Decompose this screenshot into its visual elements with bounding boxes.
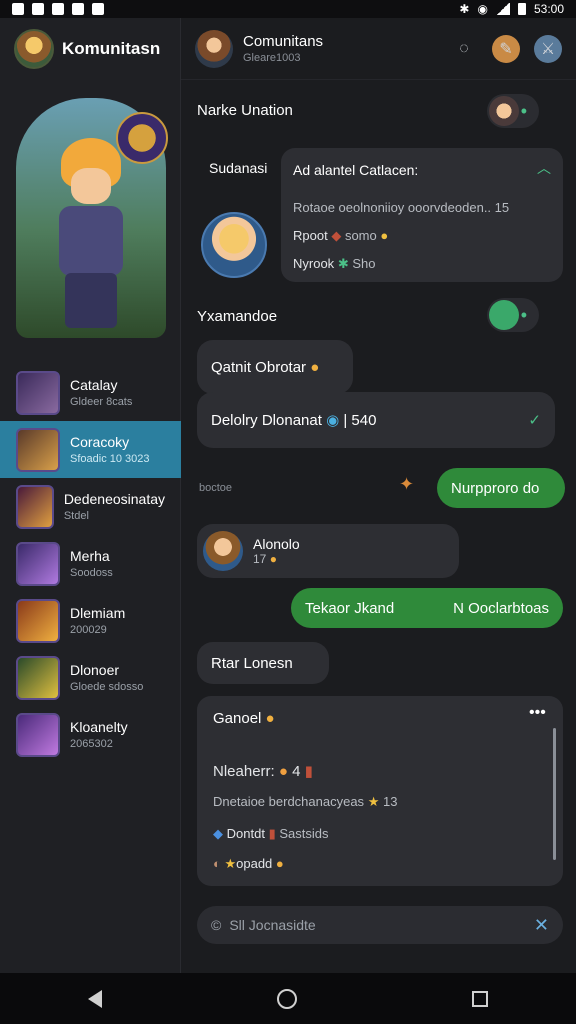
notification-icon	[92, 3, 104, 15]
channel-sub: Gldeer 8cats	[70, 396, 133, 408]
chat-header: Comunitans Gleare1003 ◌ ✎ ⚔	[181, 18, 576, 80]
chat-pane: Comunitans Gleare1003 ◌ ✎ ⚔ Narke Unatio…	[181, 18, 576, 973]
sidebar: Komunitasn Catalay Gldeer 8cats Coracoky S…	[0, 18, 181, 973]
signal-icon	[495, 3, 510, 15]
channel-thumbnail	[16, 598, 60, 643]
channel-thumbnail	[16, 655, 60, 700]
channel-thumbnail	[16, 370, 60, 415]
channel-thumbnail	[16, 712, 60, 757]
sidebar-item[interactable]: Dedeneosinatay Stdel	[0, 478, 181, 535]
sidebar-item[interactable]: Merha Soodoss	[0, 535, 181, 592]
attach-icon[interactable]: ©	[211, 917, 221, 933]
channel-sub: Gloede sdosso	[70, 681, 144, 693]
channel-sub: Soodoss	[70, 567, 113, 579]
card-title: Ganoel ●	[213, 710, 275, 727]
system-nav-bar	[0, 973, 576, 1024]
sent-message[interactable]: Tekaor Jkand N Ooclarbtoas	[291, 588, 563, 628]
member-avatar	[489, 96, 519, 126]
sword-icon[interactable]: ⚔	[534, 34, 562, 63]
message-bubble[interactable]: Qatnit Obrotar ●	[197, 340, 353, 394]
section-title: Yxamandoe	[197, 308, 278, 325]
message-bubble[interactable]: Alonolo 17 ●	[197, 524, 459, 578]
chat-subtitle: Gleare1003	[243, 52, 301, 64]
card-line: ◆ Dontdt ▮ Sastsids	[213, 826, 329, 841]
notification-icon	[12, 3, 24, 15]
channel-name: Dlemiam	[70, 605, 126, 621]
hero-character	[41, 138, 141, 328]
sidebar-item-active[interactable]: Coracoky Sfoadic 10 3023	[0, 421, 181, 478]
scrollbar[interactable]	[553, 728, 556, 860]
channel-sub: 200029	[70, 624, 107, 636]
sidebar-item[interactable]: Catalay Gldeer 8cats	[0, 364, 181, 421]
message-placeholder: Sll Jocnasidte	[229, 917, 316, 933]
chest-badge-icon[interactable]	[116, 112, 168, 164]
sent-message[interactable]: Nurpproro do	[437, 468, 565, 508]
check-icon: ✓	[528, 412, 541, 429]
sidebar-item[interactable]: Kloanelty 2065302	[0, 706, 181, 763]
message-card[interactable]: Ganoel ● ••• Nleaherr: ● 4 ▮ Dnetaioe be…	[197, 696, 563, 886]
channel-thumbnail	[16, 541, 60, 586]
more-options-button[interactable]: •••	[487, 298, 539, 332]
recents-icon[interactable]	[472, 990, 489, 1007]
sidebar-item[interactable]: Dlonoer Gloede sdosso	[0, 649, 181, 706]
channel-name: Dlonoer	[70, 662, 120, 678]
card-line: Nleaherr: ● 4 ▮	[213, 763, 313, 780]
channel-name: Merha	[70, 548, 110, 564]
battery-icon	[517, 3, 526, 15]
channel-sub: 2065302	[70, 738, 113, 750]
notification-icon	[32, 3, 44, 15]
message-input[interactable]: © Sll Jocnasidte ✕	[197, 906, 563, 944]
more-options-icon[interactable]: •••	[529, 704, 546, 722]
timestamp: boctoe	[199, 482, 233, 494]
channel-name: Catalay	[70, 377, 118, 393]
message-bubble[interactable]: Delolry Dlonanat ◉ | 540 ✓	[197, 392, 555, 448]
card-line: ◐ ★opadd ●	[213, 856, 284, 871]
clock: 53:00	[533, 2, 564, 16]
sender-avatar[interactable]	[203, 531, 243, 571]
message-bubble[interactable]: Rtar Lonesn	[197, 642, 329, 684]
chat-bubble-icon[interactable]: ◌	[450, 35, 478, 63]
channel-name: Kloanelty	[70, 719, 128, 735]
channel-name: Coracoky	[70, 434, 130, 450]
bluetooth-icon: ✱	[459, 2, 470, 16]
section-title: Narke Unation	[197, 102, 293, 119]
notification-icons	[12, 3, 104, 15]
channel-name: Dedeneosinatay	[63, 491, 165, 507]
community-avatar[interactable]	[14, 29, 54, 69]
sender-avatar[interactable]	[201, 212, 267, 278]
sidebar-title: Komunitasn	[62, 39, 161, 58]
channel-thumbnail	[16, 484, 54, 529]
card-line: Dnetaioe berdchanacyeas ★ 13	[213, 794, 398, 809]
card-line: Rpoot ◆ somo ●	[293, 228, 389, 243]
potion-icon[interactable]: ✎	[492, 34, 520, 63]
wifi-icon: ◉	[477, 2, 488, 16]
message-card[interactable]: Ad alantel Catlacen: ︿ Rotaoe oeolnoniio…	[281, 148, 563, 282]
back-icon[interactable]	[87, 989, 102, 1008]
sidebar-item[interactable]: Dlemiam 200029	[0, 592, 181, 649]
sender-name: Sudanasi	[209, 160, 268, 176]
channel-sub: Sfoadic 10 3023	[70, 453, 150, 465]
notification-icon	[52, 3, 64, 15]
send-icon[interactable]: ✕	[534, 915, 549, 936]
sidebar-header: Komunitasn	[0, 18, 180, 80]
channel-thumbnail	[16, 427, 60, 472]
more-options-button[interactable]: •••	[487, 94, 539, 128]
horn-icon: ✦	[399, 474, 415, 494]
notification-icon	[72, 3, 84, 15]
status-bar: ✱ ◉ 53:00	[0, 0, 576, 18]
member-avatar	[489, 300, 519, 330]
channel-list: Catalay Gldeer 8cats Coracoky Sfoadic 10 3…	[0, 364, 181, 763]
card-line: Rotaoe oeolnoniioy ooorvdeoden.. 15	[293, 200, 510, 215]
home-icon[interactable]	[276, 988, 297, 1009]
card-title: Ad alantel Catlacen:	[293, 162, 419, 178]
collapse-icon[interactable]: ︿	[537, 158, 551, 178]
card-line: Nyrook ✱ Sho	[293, 256, 376, 271]
chat-title: Comunitans	[243, 33, 324, 50]
chat-avatar[interactable]	[195, 29, 233, 68]
channel-sub: Stdel	[63, 510, 89, 522]
